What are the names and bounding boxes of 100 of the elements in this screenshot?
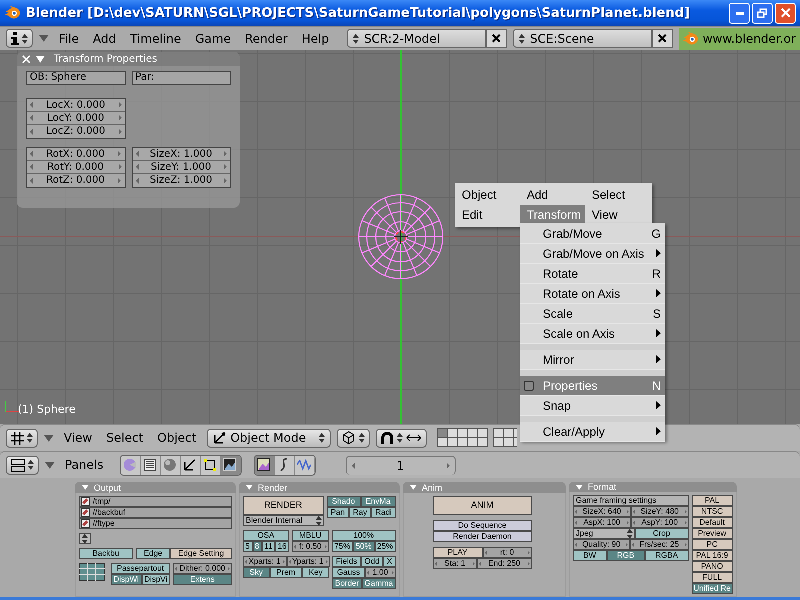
number-field[interactable]: f: 0.50 [292, 541, 329, 552]
push-button[interactable]: Edge Setting [170, 548, 232, 559]
menu-item[interactable]: Properties N [520, 376, 665, 396]
number-field[interactable]: SizeX: 640 [573, 506, 632, 517]
number-field[interactable]: RotX: 0.000 [27, 148, 124, 161]
toggle-button[interactable]: Ray [349, 507, 372, 518]
number-field[interactable]: SizeY: 1.000 [132, 161, 230, 174]
collapse-triangle-icon[interactable] [36, 56, 45, 62]
number-field[interactable]: Sta: 1 [433, 558, 477, 569]
draw-type-button[interactable] [336, 428, 370, 448]
menu-item[interactable]: Edit [455, 205, 520, 225]
close-button[interactable] [775, 2, 796, 24]
script-button[interactable] [140, 456, 161, 474]
restore-button[interactable] [752, 2, 773, 24]
number-field[interactable]: LocY: 0.000 [27, 112, 125, 125]
large-button[interactable]: RENDER [243, 496, 324, 515]
sound-settings-button[interactable] [294, 456, 315, 474]
layer-buttons-drawing[interactable] [436, 428, 517, 448]
minimize-button[interactable] [729, 2, 750, 24]
toggle-button[interactable]: Key [302, 567, 330, 578]
object-button[interactable] [180, 456, 201, 474]
toggle-button[interactable]: Fields [332, 556, 362, 567]
toggle-button[interactable]: Odd [361, 556, 384, 567]
menu-item[interactable]: View [60, 431, 96, 445]
text-field[interactable]: Game framing settings [573, 495, 689, 506]
number-field[interactable]: SizeX: 1.000 [132, 148, 230, 161]
delete-scene-button[interactable] [652, 29, 673, 48]
toggle-button[interactable]: Radi [371, 507, 396, 518]
push-button[interactable]: PLAY [433, 547, 483, 558]
menu-item[interactable]: Scale S [520, 304, 665, 324]
push-button[interactable]: FULL [692, 572, 733, 583]
dropdown[interactable]: Blender Internal [243, 515, 324, 526]
toggle-button[interactable]: 75% [332, 541, 354, 552]
menu-item[interactable]: View [585, 205, 652, 225]
close-icon[interactable] [22, 54, 31, 64]
number-field[interactable]: AspY: 100 [631, 517, 689, 528]
menu-item[interactable]: File [55, 32, 84, 46]
menu-item[interactable]: Add [89, 32, 120, 46]
toggle-button[interactable]: Sky [243, 567, 270, 578]
toggle-button[interactable]: X [383, 556, 396, 567]
toggle-button[interactable]: RGB [606, 550, 646, 561]
editor-type-button[interactable] [6, 428, 38, 448]
number-field[interactable]: Frs/sec: 25 [630, 539, 689, 550]
collapse-triangle-icon[interactable] [82, 485, 89, 490]
push-button[interactable]: NTSC [692, 506, 733, 517]
anim-settings-button[interactable] [274, 456, 295, 474]
up-down-button[interactable] [79, 533, 91, 544]
dropdown[interactable]: Jpeg [573, 528, 635, 539]
grid-icon[interactable] [79, 563, 105, 581]
scene-selector[interactable]: SCE:Scene [513, 29, 652, 48]
toggle-button[interactable]: Prem [270, 567, 302, 578]
screen-selector[interactable]: SCR:2-Model [347, 29, 486, 48]
menu-item[interactable]: Select [102, 431, 148, 445]
push-button[interactable]: PC [692, 539, 733, 550]
push-button[interactable]: Default [692, 517, 733, 528]
path-field[interactable]: //backbuf [79, 507, 232, 518]
toggle-button[interactable]: RGBA [645, 550, 689, 561]
toggle-button[interactable]: EnvMa [360, 496, 396, 507]
menu-item[interactable]: Timeline [126, 32, 186, 46]
menu-item[interactable]: Grab/Move on Axis [520, 244, 665, 264]
menu-item[interactable]: Rotate on Axis [520, 284, 665, 304]
menu-item[interactable]: Object [455, 185, 520, 205]
option-button[interactable]: Render Daemon [433, 531, 532, 542]
checkbox[interactable] [524, 381, 534, 391]
number-field[interactable]: Yparts: 1 [286, 556, 330, 567]
scene-button[interactable] [220, 456, 241, 474]
toggle-button[interactable]: Pan [326, 507, 350, 518]
number-field[interactable]: 1 [346, 456, 456, 474]
menu-item[interactable]: Add [520, 185, 585, 205]
toggle-button[interactable]: Extens [173, 574, 232, 585]
toggle-button[interactable]: Backbu [79, 548, 134, 559]
mode-dropdown[interactable]: Object Mode [206, 428, 331, 448]
file-browse-icon[interactable] [81, 519, 90, 528]
toggle-button[interactable]: Gauss [332, 567, 366, 578]
menu-item[interactable]: Transform [520, 205, 585, 225]
push-button[interactable]: PAL [692, 495, 733, 506]
file-browse-icon[interactable] [81, 497, 90, 506]
toggle-button[interactable]: OSA [243, 530, 290, 541]
number-field[interactable]: LocZ: 0.000 [27, 125, 125, 138]
push-button[interactable]: PAL 16:9 [692, 550, 733, 561]
large-button[interactable]: ANIM [433, 496, 532, 515]
path-field[interactable]: //ftype [79, 518, 232, 529]
number-field[interactable]: End: 250 [476, 558, 532, 569]
object-name-field[interactable]: OB: Sphere [26, 71, 126, 85]
website-link[interactable]: www.blender.or [678, 28, 800, 50]
number-field[interactable]: SizeZ: 1.000 [132, 174, 230, 187]
toggle-button[interactable]: MBLU [292, 530, 329, 541]
collapse-triangle-icon[interactable] [576, 484, 583, 490]
delete-screen-button[interactable] [486, 29, 508, 48]
path-field[interactable]: /tmp/ [79, 496, 232, 507]
toggle-button[interactable]: 5 [243, 541, 252, 552]
menu-item[interactable]: Object [154, 431, 201, 445]
toggle-button[interactable]: Border [332, 578, 362, 589]
number-field[interactable]: Xparts: 1 [243, 556, 287, 567]
menu-item[interactable]: Render [241, 32, 292, 46]
number-field[interactable]: 1.00 [365, 567, 396, 578]
toggle-button[interactable]: 16 [275, 541, 290, 552]
toggle-button[interactable]: Edge [136, 548, 170, 559]
number-field[interactable]: LocX: 0.000 [27, 99, 125, 112]
toggle-button[interactable]: 50% [353, 541, 375, 552]
